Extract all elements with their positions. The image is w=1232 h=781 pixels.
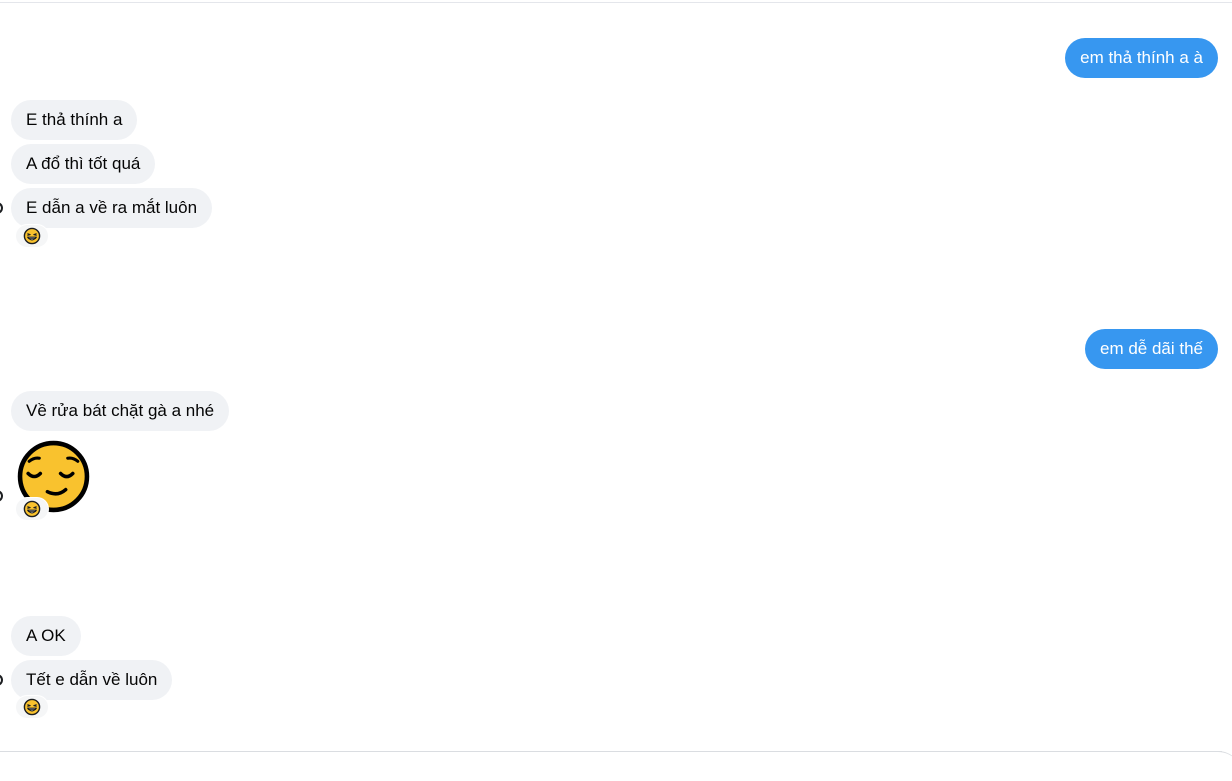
- message-bubble-incoming[interactable]: E thả thính a: [11, 100, 138, 140]
- message-reaction[interactable]: [16, 225, 48, 247]
- message-bubble-incoming[interactable]: A đổ thì tốt quá: [11, 144, 156, 184]
- message-reaction[interactable]: [16, 696, 48, 718]
- sender-avatar[interactable]: [0, 490, 3, 502]
- message-thread: em thả thính a à E thả thính a A đổ thì …: [0, 0, 1232, 757]
- sender-avatar[interactable]: [0, 674, 3, 686]
- sender-avatar[interactable]: [0, 202, 3, 214]
- message-bubble-incoming[interactable]: Tết e dẫn về luôn: [11, 660, 173, 700]
- laughing-emoji-icon: [23, 698, 41, 716]
- message-bubble-outgoing[interactable]: em dễ dãi thế: [1084, 329, 1218, 369]
- message-reaction[interactable]: [16, 498, 48, 520]
- message-bubble-incoming[interactable]: A OK: [11, 616, 81, 656]
- laughing-emoji-icon: [23, 500, 41, 518]
- message-bubble-incoming[interactable]: E dẫn a về ra mắt luôn: [11, 188, 213, 228]
- message-bubble-outgoing[interactable]: em thả thính a à: [1065, 38, 1218, 78]
- laughing-emoji-icon: [23, 227, 41, 245]
- composer-corner: [1212, 751, 1232, 781]
- message-bubble-incoming[interactable]: Về rửa bát chặt gà a nhé: [11, 391, 230, 431]
- composer-border: [0, 751, 1222, 752]
